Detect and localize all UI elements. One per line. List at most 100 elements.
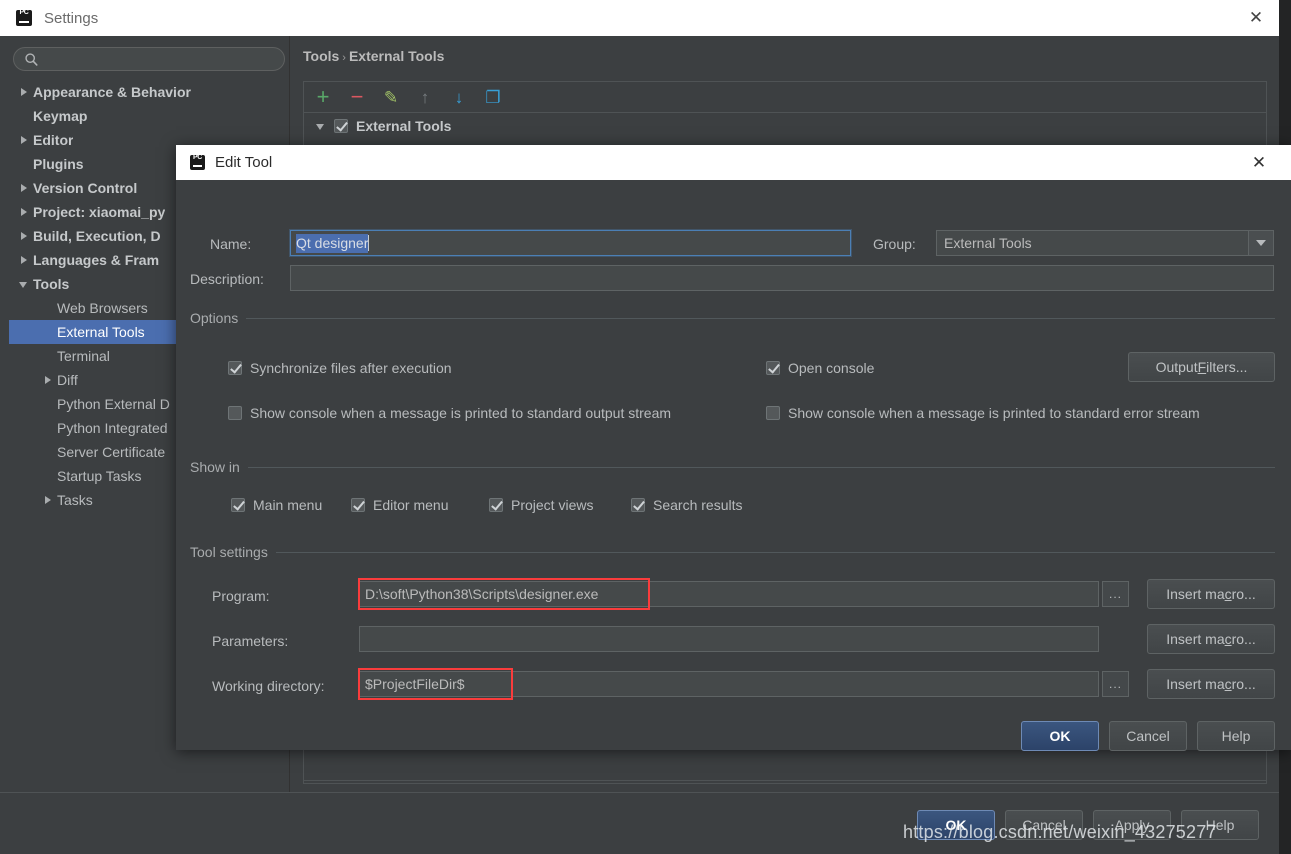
chevron-right-icon[interactable] [17, 85, 31, 99]
checkbox-show-console-stderr[interactable]: Show console when a message is printed t… [766, 405, 1200, 421]
sidebar-item-label: Web Browsers [57, 300, 148, 316]
dialog-ok-button[interactable]: OK [1021, 721, 1099, 751]
sidebar-item-label: Diff [57, 372, 78, 388]
sidebar-item-label: Plugins [33, 156, 84, 172]
options-section-label: Options [190, 310, 239, 326]
insert-macro-mnemonic: c [1224, 586, 1232, 602]
edit-icon[interactable]: ✎ [376, 83, 406, 111]
breadcrumb: Tools › External Tools [303, 48, 444, 64]
copy-icon[interactable]: ❐ [478, 83, 508, 111]
group-row-label: External Tools [356, 118, 452, 134]
checkbox-synchronize-files[interactable]: Synchronize files after execution [228, 360, 452, 376]
name-input[interactable]: Qt designer [290, 230, 851, 256]
chevron-right-icon[interactable] [17, 205, 31, 219]
chevron-right-icon[interactable] [17, 229, 31, 243]
checkbox-label: Project views [511, 497, 594, 513]
close-icon[interactable]: ✕ [1233, 0, 1279, 36]
remove-icon[interactable]: − [342, 83, 372, 111]
dialog-buttons: OK Cancel Help [1021, 721, 1275, 751]
checkbox-box[interactable] [766, 406, 780, 420]
breadcrumb-root[interactable]: Tools [303, 48, 339, 64]
sidebar-item-label: Python External D [57, 396, 170, 412]
parameters-input[interactable] [359, 626, 1099, 652]
sidebar-item-label: Tasks [57, 492, 93, 508]
checkbox-box[interactable] [766, 361, 780, 375]
output-filters-button[interactable]: Output Filters... [1128, 352, 1275, 382]
checkbox-search-results[interactable]: Search results [631, 497, 742, 513]
chevron-down-icon[interactable] [17, 277, 31, 291]
settings-title-bar: Settings ✕ [0, 0, 1279, 36]
sidebar-item-label: Build, Execution, D [33, 228, 161, 244]
sidebar-item-label: Startup Tasks [57, 468, 142, 484]
output-filters-post: ilters... [1206, 359, 1248, 375]
checkbox-box[interactable] [351, 498, 365, 512]
dialog-cancel-button[interactable]: Cancel [1109, 721, 1187, 751]
program-label: Program: [212, 588, 270, 604]
chevron-right-icon[interactable] [17, 253, 31, 267]
working-directory-browse-button[interactable]: ... [1102, 671, 1129, 697]
checkbox-box[interactable] [489, 498, 503, 512]
checkbox-show-console-stdout[interactable]: Show console when a message is printed t… [228, 405, 671, 421]
checkbox-project-views[interactable]: Project views [489, 497, 593, 513]
chevron-right-icon[interactable] [41, 493, 55, 507]
section-divider [275, 551, 1275, 553]
output-filters-mnemonic: F [1197, 359, 1207, 375]
checkbox-open-console[interactable]: Open console [766, 360, 874, 376]
program-insert-macro-button[interactable]: Insert ma c ro... [1147, 579, 1275, 609]
sidebar-item-appearance-behavior[interactable]: Appearance & Behavior [9, 80, 290, 104]
chevron-right-icon[interactable] [41, 373, 55, 387]
checkbox-editor-menu[interactable]: Editor menu [351, 497, 448, 513]
chevron-down-icon[interactable] [1248, 231, 1273, 255]
close-icon[interactable]: ✕ [1237, 145, 1281, 180]
show-in-section-header: Show in [190, 459, 1275, 475]
sidebar-item-label: Server Certificate [57, 444, 166, 460]
working-directory-label: Working directory: [212, 678, 325, 694]
checkbox-label: Search results [653, 497, 743, 513]
options-section-header: Options [190, 310, 1275, 326]
window-title: Settings [44, 9, 99, 27]
parameters-insert-macro-button[interactable]: Insert ma c ro... [1147, 624, 1275, 654]
chevron-right-icon[interactable] [17, 181, 31, 195]
chevron-down-icon[interactable] [314, 119, 328, 133]
sidebar-item-keymap[interactable]: Keymap [9, 104, 290, 128]
add-icon[interactable]: + [308, 83, 338, 111]
search-input[interactable] [44, 49, 280, 69]
chevron-right-icon[interactable] [17, 133, 31, 147]
move-up-icon[interactable]: ↑ [410, 83, 440, 111]
group-checkbox[interactable] [334, 119, 348, 133]
description-input[interactable] [290, 265, 1274, 291]
checkbox-box[interactable] [228, 406, 242, 420]
program-browse-button[interactable]: ... [1102, 581, 1129, 607]
add-icon-glyph: + [316, 84, 330, 109]
sidebar-item-label: Languages & Fram [33, 252, 160, 268]
checkbox-box[interactable] [228, 361, 242, 375]
search-box[interactable] [13, 47, 285, 71]
checkbox-main-menu[interactable]: Main menu [231, 497, 322, 513]
dialog-help-button[interactable]: Help [1197, 721, 1275, 751]
sidebar-item-label: Tools [33, 276, 70, 292]
external-tools-group-row[interactable]: External Tools [304, 114, 1266, 138]
move-down-icon[interactable]: ↓ [444, 83, 474, 111]
move-down-icon-glyph: ↓ [454, 87, 464, 107]
group-select[interactable]: External Tools [936, 230, 1274, 256]
checkbox-label: Show console when a message is printed t… [788, 405, 1200, 421]
working-directory-input[interactable]: $ProjectFileDir$ [359, 671, 1099, 697]
insert-macro-post: ro... [1231, 676, 1256, 692]
screen: Settings ✕ Appearance & Behavior Keymap Ed… [0, 0, 1291, 854]
insert-macro-post: ro... [1231, 631, 1256, 647]
checkbox-box[interactable] [231, 498, 245, 512]
external-tools-toolbar: + − ✎ ↑ ↓ ❐ [304, 82, 1266, 113]
checkbox-box[interactable] [631, 498, 645, 512]
program-input[interactable]: D:\soft\Python38\Scripts\designer.exe [359, 581, 1099, 607]
pycharm-icon [190, 154, 205, 170]
checkbox-label: Editor menu [373, 497, 449, 513]
working-directory-insert-macro-button[interactable]: Insert ma c ro... [1147, 669, 1275, 699]
section-divider [247, 466, 1275, 468]
checkbox-label: Open console [788, 360, 875, 376]
